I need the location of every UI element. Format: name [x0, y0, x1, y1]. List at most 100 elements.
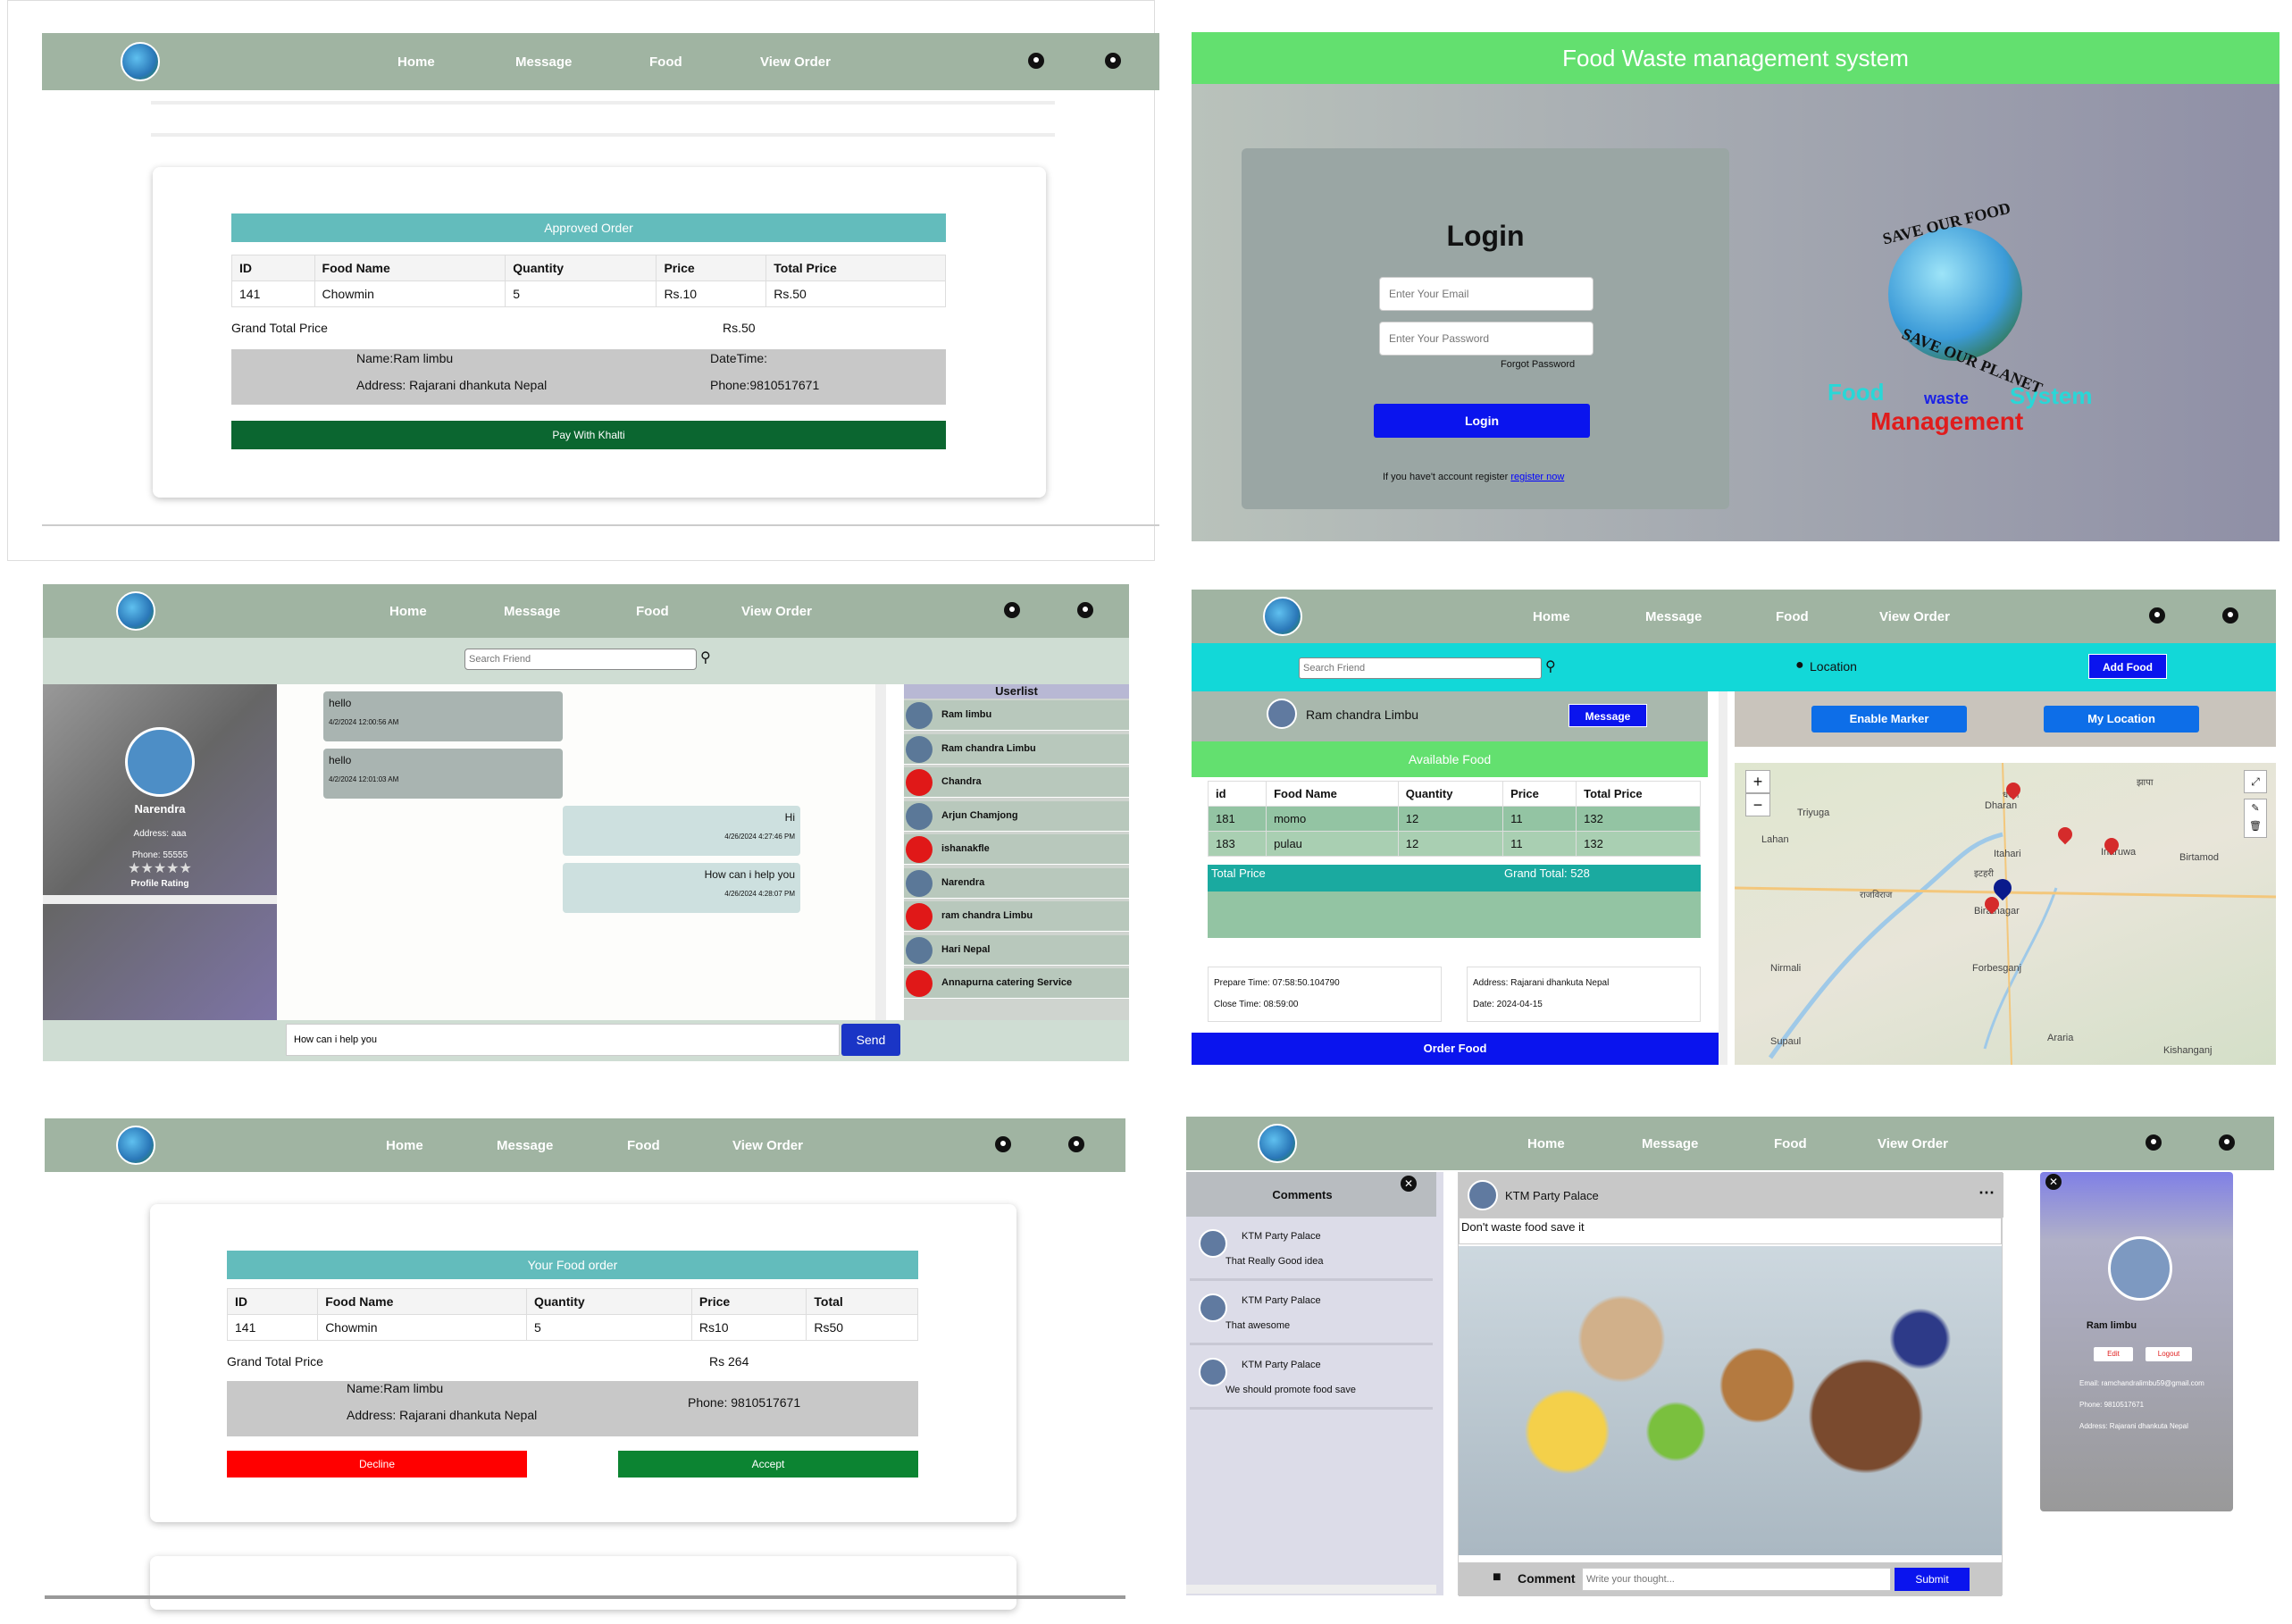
comment-input[interactable] — [1582, 1568, 1891, 1591]
email-field[interactable] — [1379, 277, 1594, 311]
table-row[interactable]: 181 momo 12 11 132 — [1207, 806, 1701, 832]
message-button[interactable]: Message — [1568, 704, 1647, 727]
notification-icon[interactable] — [2146, 1134, 2162, 1151]
message-input[interactable] — [286, 1024, 840, 1056]
nav-food[interactable]: Food — [1776, 609, 1809, 624]
nav-view-order[interactable]: View Order — [741, 604, 812, 619]
notification-icon[interactable] — [995, 1136, 1011, 1152]
login-button[interactable]: Login — [1374, 404, 1590, 438]
total-label: Total Price — [1211, 866, 1266, 880]
logout-button[interactable]: Logout — [2146, 1347, 2192, 1361]
map-edit-icon[interactable]: ✎ 🗑 — [2244, 799, 2267, 838]
nav-view-order[interactable]: View Order — [1878, 1136, 1948, 1151]
location-label[interactable]: Location — [1810, 659, 1857, 674]
vertical-scrollbar[interactable] — [875, 684, 886, 1020]
post-image — [1459, 1246, 2002, 1555]
nav-message[interactable]: Message — [1642, 1136, 1698, 1151]
nav-home[interactable]: Home — [389, 604, 427, 619]
notification-icon[interactable] — [1028, 53, 1044, 69]
site-logo[interactable] — [1263, 597, 1302, 636]
nav-message[interactable]: Message — [497, 1138, 553, 1153]
user-icon[interactable] — [2219, 1134, 2235, 1151]
profile-address: Address: Rajarani dhankuta Nepal — [2079, 1422, 2188, 1430]
userlist-item[interactable]: Ram chandra Limbu — [904, 733, 1129, 765]
enable-marker-button[interactable]: Enable Marker — [1811, 706, 1967, 732]
forgot-password-link[interactable]: Forgot Password — [1501, 359, 1575, 370]
nav-view-order[interactable]: View Order — [760, 54, 831, 70]
userlist-item[interactable]: Narendra — [904, 867, 1129, 899]
comment-author: KTM Party Palace — [1242, 1295, 1321, 1306]
nav-food[interactable]: Food — [1774, 1136, 1807, 1151]
nav-message[interactable]: Message — [1645, 609, 1702, 624]
divider — [151, 101, 1055, 105]
zoom-in-button[interactable]: + — [1745, 770, 1770, 793]
user-icon[interactable] — [1105, 53, 1121, 69]
submit-button[interactable]: Submit — [1895, 1568, 1970, 1591]
more-options-icon[interactable]: ⋯ — [1978, 1184, 1995, 1202]
site-logo[interactable] — [121, 42, 160, 81]
comment-item: KTM Party Palace We should promote food s… — [1190, 1351, 1433, 1410]
userlist-item[interactable]: Arjun Chamjong — [904, 800, 1129, 832]
search-friend-input[interactable] — [1299, 657, 1542, 679]
search-friend-input[interactable] — [464, 649, 697, 670]
userlist: Userlist Ram limbu Ram chandra Limbu Chand… — [904, 684, 1129, 1020]
nav-message[interactable]: Message — [515, 54, 572, 70]
nav-home[interactable]: Home — [1533, 609, 1570, 624]
brand-food: Food — [1828, 379, 1885, 406]
order-food-button[interactable]: Order Food — [1192, 1033, 1719, 1065]
time-box: Prepare Time: 07:58:50.104790 Close Time… — [1208, 967, 1442, 1022]
user-icon[interactable] — [1068, 1136, 1084, 1152]
nav-food[interactable]: Food — [627, 1138, 660, 1153]
nav-view-order[interactable]: View Order — [1879, 609, 1950, 624]
password-field[interactable] — [1379, 322, 1594, 356]
horizontal-scrollbar[interactable] — [43, 895, 277, 904]
site-logo[interactable] — [116, 591, 155, 631]
site-logo[interactable] — [116, 1126, 155, 1165]
search-icon[interactable]: ⚲ — [700, 649, 711, 666]
userlist-item[interactable]: ram chandra Limbu — [904, 901, 1129, 932]
close-icon[interactable]: ✕ — [2045, 1174, 2062, 1190]
table-row[interactable]: 183 pulau 12 11 132 — [1207, 831, 1701, 857]
horizontal-scrollbar[interactable] — [1186, 1585, 1436, 1594]
divider — [42, 524, 1160, 526]
nav-view-order[interactable]: View Order — [732, 1138, 803, 1153]
userlist-item[interactable]: Hari Nepal — [904, 934, 1129, 966]
panel-approved-order: Home Message Food View Order Approved Or… — [7, 0, 1160, 561]
map[interactable]: + − ⤢ ✎ 🗑 Dharan Triyuga Itahari Lahan Bi… — [1735, 763, 2276, 1065]
user-icon[interactable] — [2222, 607, 2238, 624]
my-location-button[interactable]: My Location — [2044, 706, 2199, 732]
notification-icon[interactable] — [2149, 607, 2165, 624]
nav-home[interactable]: Home — [386, 1138, 423, 1153]
cell: 11 — [1502, 806, 1577, 832]
comment-icon: ■ — [1493, 1570, 1502, 1585]
vertical-scrollbar[interactable] — [1719, 691, 1727, 1065]
userlist-item[interactable]: Chandra — [904, 767, 1129, 798]
pay-with-khalti-button[interactable]: Pay With Khalti — [231, 421, 946, 449]
zoom-out-button[interactable]: − — [1745, 793, 1770, 816]
nav-message[interactable]: Message — [504, 604, 560, 619]
register-link[interactable]: register now — [1510, 472, 1564, 482]
nav-home[interactable]: Home — [1527, 1136, 1565, 1151]
nav-home[interactable]: Home — [397, 54, 435, 70]
comment-text: We should promote food save — [1225, 1385, 1356, 1395]
userlist-item[interactable]: ishanakfle — [904, 834, 1129, 865]
add-food-button[interactable]: Add Food — [2088, 654, 2167, 679]
userlist-item[interactable]: Ram limbu — [904, 700, 1129, 731]
decline-button[interactable]: Decline — [227, 1451, 527, 1478]
notification-icon[interactable] — [1004, 602, 1020, 618]
accept-button[interactable]: Accept — [618, 1451, 918, 1478]
nav-food[interactable]: Food — [649, 54, 682, 70]
nav-food[interactable]: Food — [636, 604, 669, 619]
message-text: Hi — [784, 811, 795, 824]
comment-item: KTM Party Palace That Really Good idea — [1190, 1222, 1433, 1281]
search-icon[interactable]: ⚲ — [1545, 657, 1556, 675]
edit-button[interactable]: Edit — [2094, 1347, 2133, 1361]
user-icon[interactable] — [1077, 602, 1093, 618]
site-logo[interactable] — [1258, 1124, 1297, 1163]
send-button[interactable]: Send — [841, 1024, 900, 1056]
close-icon[interactable]: ✕ — [1401, 1176, 1417, 1192]
rating-stars[interactable]: ★★★★★ — [43, 859, 277, 877]
map-tool-icon[interactable]: ⤢ — [2244, 770, 2267, 793]
col-total: Total — [806, 1288, 918, 1315]
userlist-item[interactable]: Annapurna catering Service — [904, 968, 1129, 999]
